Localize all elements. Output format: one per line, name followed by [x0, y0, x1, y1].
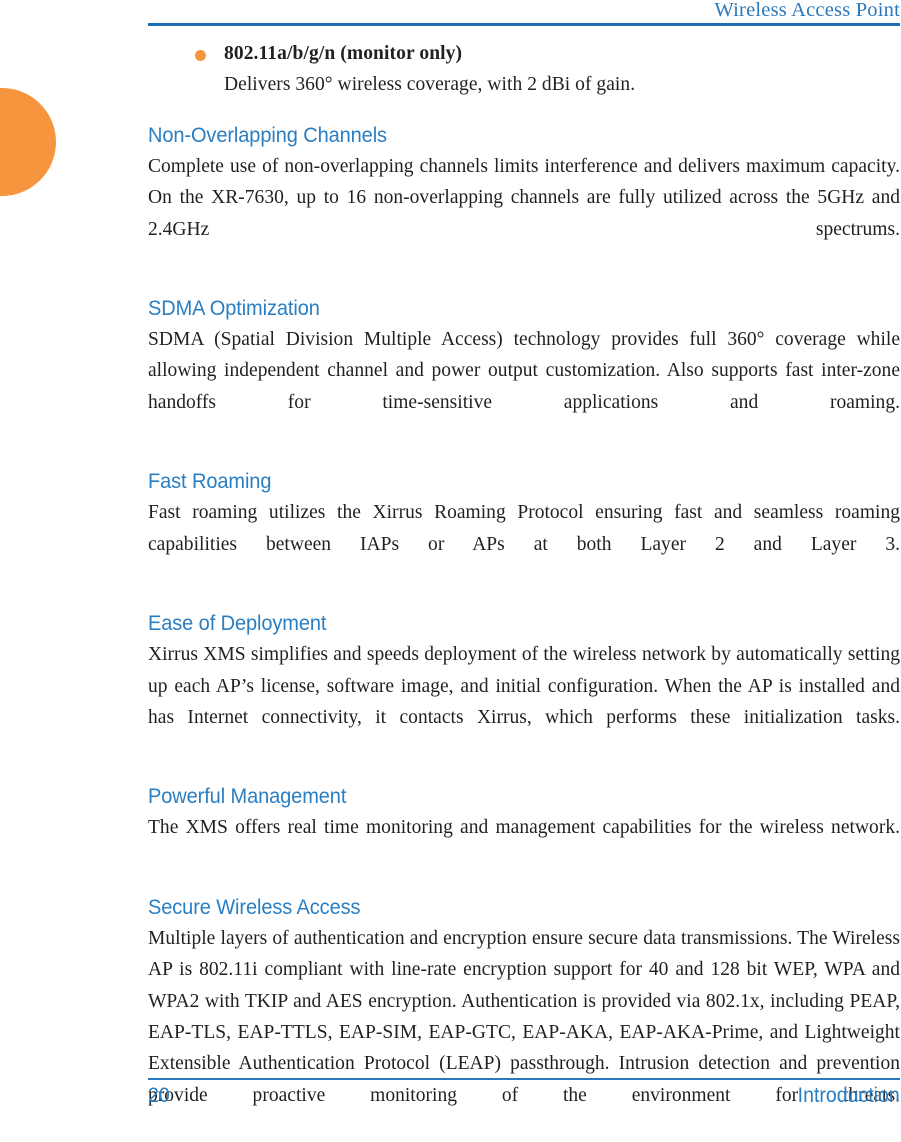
document-page: { "colors": { "accent_blue": "#2a7ec2", … [0, 0, 901, 1110]
bullet-heading: 802.11a/b/g/n (monitor only) [224, 43, 463, 64]
section-sdma-optimization: SDMA Optimization SDMA (Spatial Division… [148, 296, 900, 449]
section-ease-of-deployment: Ease of Deployment Xirrus XMS simplifies… [148, 611, 900, 764]
section-body: The XMS offers real time monitoring and … [148, 817, 900, 839]
section-powerful-management: Powerful Management The XMS offers real … [148, 784, 900, 875]
section-heading: Secure Wireless Access [148, 895, 361, 920]
page-footer: 20 Introduction [148, 1084, 900, 1110]
section-heading: Powerful Management [148, 784, 347, 809]
section-body: Xirrus XMS simplifies and speeds deploym… [148, 644, 900, 728]
header-divider-rule [148, 23, 900, 26]
list-item: 802.11a/b/g/n (monitor only) Delivers 36… [148, 38, 900, 101]
section-heading: Fast Roaming [148, 469, 272, 494]
bullet-description: Delivers 360° wireless coverage, with 2 … [224, 74, 636, 95]
section-fast-roaming: Fast Roaming Fast roaming utilizes the X… [148, 469, 900, 591]
feature-bullet-list: 802.11a/b/g/n (monitor only) Delivers 36… [148, 38, 900, 101]
section-body: SDMA (Spatial Division Multiple Access) … [148, 329, 900, 413]
section-heading: SDMA Optimization [148, 296, 320, 321]
section-heading: Ease of Deployment [148, 611, 327, 636]
section-body: Complete use of non-overlapping channels… [148, 156, 900, 240]
page-content: 802.11a/b/g/n (monitor only) Delivers 36… [148, 38, 900, 1142]
header-title: Wireless Access Point [714, 0, 900, 21]
decorative-orange-disc [0, 88, 56, 196]
footer-page-number: 20 [148, 1084, 170, 1107]
section-heading: Non-Overlapping Channels [148, 123, 387, 147]
footer-section-name: Introduction [797, 1084, 900, 1107]
section-non-overlapping-channels: Non-Overlapping Channels Complete use of… [148, 123, 900, 276]
section-body: Fast roaming utilizes the Xirrus Roaming… [148, 502, 900, 555]
bullet-dot-icon [195, 50, 206, 61]
footer-divider-rule [148, 1078, 900, 1080]
